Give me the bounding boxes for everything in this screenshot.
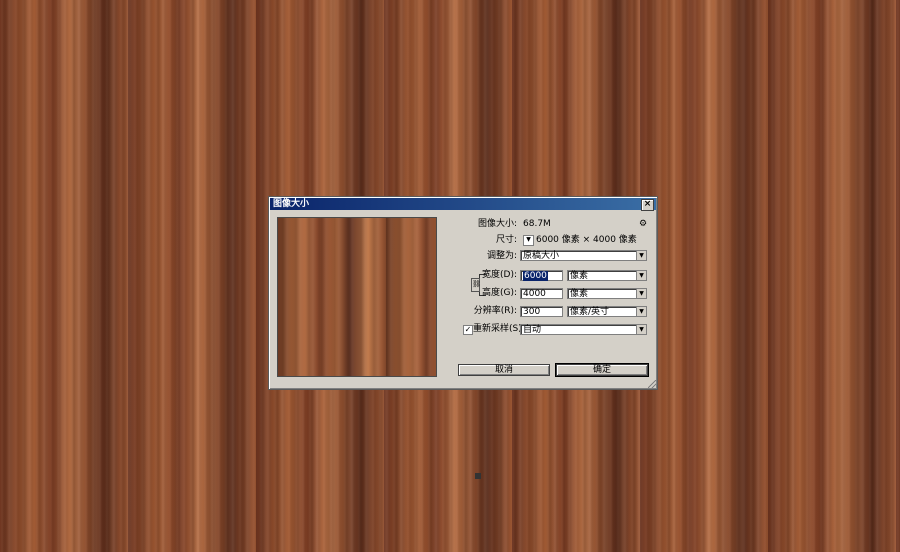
resize-grip[interactable] <box>648 380 656 388</box>
resample-checkbox[interactable]: ✓ <box>463 325 473 335</box>
dialog-titlebar[interactable]: 图像大小 × <box>270 198 656 211</box>
triangle-down-icon: ▼ <box>526 236 531 243</box>
resample-row: ✓ 重新采样(S): 自动 ▼ <box>439 323 649 336</box>
image-size-row: 图像大小: 68.7M ⚙ <box>439 218 649 231</box>
image-size-label: 图像大小: <box>477 219 517 229</box>
fit-to-value: 原稿大小 <box>523 251 560 261</box>
close-icon: × <box>643 199 652 209</box>
close-button[interactable]: × <box>641 199 654 211</box>
dimensions-unit-dropdown[interactable]: ▼ <box>523 235 534 246</box>
fit-to-select[interactable]: 原稿大小 ▼ <box>520 250 647 261</box>
dimensions-value: 6000 像素 × 4000 像素 <box>536 235 637 245</box>
resample-select[interactable]: 自动 ▼ <box>520 324 647 335</box>
dimensions-label: 尺寸: <box>495 235 517 245</box>
cancel-label: 取消 <box>494 365 513 375</box>
resolution-unit-select[interactable]: 像素/英寸 ▼ <box>567 306 647 317</box>
triangle-down-icon: ▼ <box>636 251 646 260</box>
height-unit-select[interactable]: 像素 ▼ <box>567 288 647 299</box>
resolution-label: 分辨率(R): <box>473 306 517 316</box>
height-label: 高度(G): <box>481 288 517 298</box>
gear-icon[interactable]: ⚙ <box>639 219 647 229</box>
triangle-down-icon: ▼ <box>636 325 646 334</box>
resolution-input[interactable]: 300 <box>520 306 563 317</box>
width-unit-select[interactable]: 像素 ▼ <box>567 270 647 281</box>
triangle-down-icon: ▼ <box>636 271 646 280</box>
cancel-button[interactable]: 取消 <box>458 364 550 376</box>
image-size-value: 68.7M <box>523 219 551 229</box>
resolution-value: 300 <box>523 307 541 317</box>
triangle-down-icon: ▼ <box>636 307 646 316</box>
width-row: 宽度(D): 6000 像素 ▼ <box>439 269 649 282</box>
dialog-title: 图像大小 <box>273 199 310 209</box>
fit-to-row: 调整为: 原稿大小 ▼ <box>439 250 649 263</box>
height-value: 4000 <box>523 289 546 299</box>
width-input[interactable]: 6000 <box>520 270 563 281</box>
resolution-unit-value: 像素/英寸 <box>570 307 610 317</box>
ok-label: 确定 <box>592 365 611 375</box>
width-label: 宽度(D): <box>482 270 517 280</box>
fit-to-label: 调整为: <box>486 251 517 261</box>
resample-value: 自动 <box>523 325 542 335</box>
image-preview[interactable] <box>277 217 437 377</box>
height-unit-value: 像素 <box>570 289 589 299</box>
ok-button[interactable]: 确定 <box>555 363 649 377</box>
height-row: 高度(G): 4000 像素 ▼ <box>439 287 649 300</box>
resolution-row: 分辨率(R): 300 像素/英寸 ▼ <box>439 305 649 318</box>
width-value: 6000 <box>523 271 548 281</box>
resample-label: 重新采样(S): <box>473 324 525 334</box>
height-input[interactable]: 4000 <box>520 288 563 299</box>
width-unit-value: 像素 <box>570 271 589 281</box>
image-size-dialog: 图像大小 × 图像大小: 68.7M ⚙ 尺寸: ▼ 6000 像素 × 400… <box>268 196 658 479</box>
triangle-down-icon: ▼ <box>636 289 646 298</box>
checkmark-icon: ✓ <box>464 325 472 334</box>
dimensions-row: 尺寸: ▼ 6000 像素 × 4000 像素 <box>439 234 649 247</box>
